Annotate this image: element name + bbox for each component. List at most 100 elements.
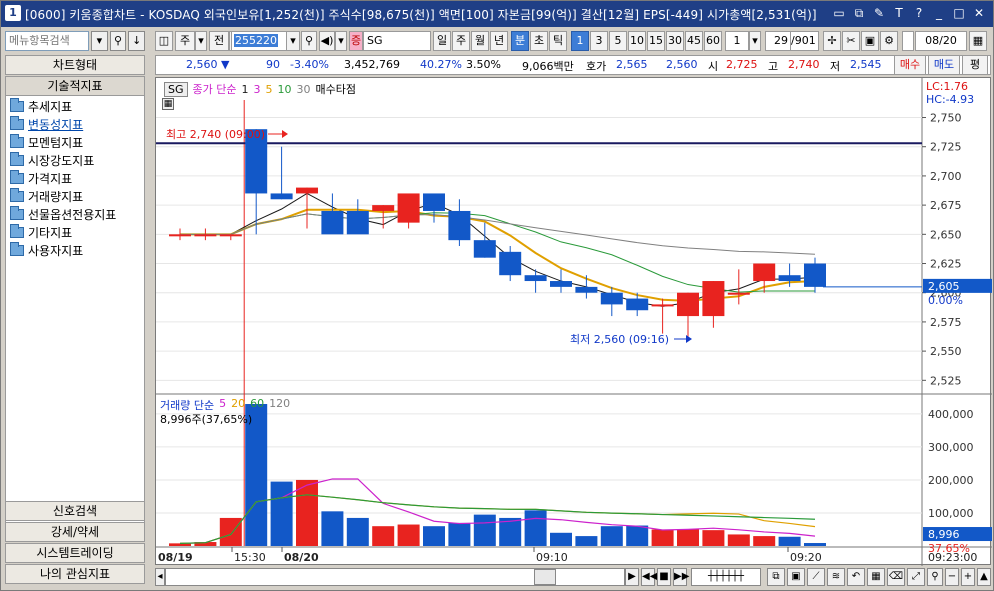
pin-icon[interactable]: ✎ [871,5,887,21]
minute-3[interactable]: 3 [590,31,608,51]
grid-icon[interactable]: ▦ [867,568,885,586]
volume-bar [575,536,598,546]
stock-name-field[interactable]: SG [363,31,431,51]
period-dropdown-icon[interactable]: ▾ [195,31,207,51]
stock-code-input[interactable]: 255220 [234,34,278,47]
layout-toggle-icon[interactable]: ◫ [155,31,173,51]
candle-body [651,304,674,307]
minute-5[interactable]: 5 [609,31,627,51]
stop-icon[interactable]: ■ [657,568,671,586]
tree-item-volatility[interactable]: 변동성지표 [10,116,83,133]
legend-ma-label: 종가 단순 [192,83,237,96]
price-tick-label: 2,750 [930,112,962,125]
minute-1[interactable]: 1 [571,31,589,51]
scissors-icon[interactable]: ✂ [842,31,860,51]
search-code-icon[interactable]: ⚲ [301,31,317,51]
warning-badge: 증 [349,31,363,51]
page-input[interactable]: 29 [765,31,791,51]
date-checkbox[interactable] [902,31,914,51]
font-icon[interactable]: T [891,5,907,21]
buy-button[interactable]: 매수 [894,55,926,75]
grid-toggle-icon[interactable]: ▦ [162,98,174,110]
minute-60[interactable]: 60 [704,31,722,51]
maximize-icon[interactable]: □ [951,5,967,21]
candle-body [296,187,318,194]
save-icon[interactable]: ▣ [861,31,879,51]
system-trading-button[interactable]: 시스템트레이딩 [5,543,145,563]
candle-body [524,275,547,282]
minute-30[interactable]: 30 [666,31,684,51]
minute-10[interactable]: 10 [628,31,646,51]
interval-second[interactable]: 초 [530,31,548,51]
scroll-thumb[interactable] [534,569,556,585]
tree-item-price[interactable]: 가격지표 [10,170,72,187]
signal-search-button[interactable]: 신호검색 [5,501,145,521]
calendar-icon[interactable]: ▦ [969,31,987,51]
interval-year[interactable]: 년 [490,31,508,51]
rewind-icon[interactable]: ◀◀ [641,568,657,586]
dropdown-icon[interactable]: ▾ [91,31,108,51]
sound-icon[interactable]: ◀) [319,31,335,51]
interval-tick[interactable]: 틱 [549,31,567,51]
prev-button[interactable]: 전 [209,31,229,51]
sell-button[interactable]: 매도 [928,55,960,75]
erase-icon[interactable]: ⌫ [887,568,905,586]
interval-day[interactable]: 일 [433,31,451,51]
chart-area[interactable]: 2,750 2,725 2,700 2,675 2,650 2,625 2,600 2,575… [155,77,992,566]
menu-search-input[interactable] [5,31,89,51]
count-input[interactable]: 1 [725,31,749,51]
tech-indicator-header[interactable]: 기술적지표 [5,76,145,96]
tree-item-etc[interactable]: 기타지표 [10,224,72,241]
minute-15[interactable]: 15 [647,31,665,51]
expand-icon[interactable]: ⤢ [907,568,925,586]
speed-slider[interactable]: ┼┼┼┼┼┼ [691,568,761,586]
price-volume-chart[interactable]: 2,7502,7252,7002,6752,6502,6252,6002,575… [156,78,992,566]
lc-value: LC:1.76 [926,80,969,93]
chart-type-button[interactable]: 차트형태 [5,55,145,75]
zoom-in-icon[interactable]: + [961,568,975,586]
tree-item-volume[interactable]: 거래량지표 [10,188,83,205]
overlay-icon[interactable]: ▣ [787,568,805,586]
period-button[interactable]: 주 [175,31,195,51]
split-view-icon[interactable]: ⧉ [767,568,785,586]
settings-icon[interactable]: ⚙ [880,31,898,51]
crosshair-icon[interactable]: ✢ [823,31,841,51]
fibonacci-icon[interactable]: ≋ [827,568,845,586]
volume-bar [296,479,318,546]
date-input[interactable]: 08/20 [915,31,967,51]
folder-icon [10,242,24,256]
jump-up-icon[interactable]: ▲ [977,568,991,586]
tree-item-momentum[interactable]: 모멘텀지표 [10,134,83,151]
play-icon[interactable]: ▶ [625,568,639,586]
interval-month[interactable]: 월 [471,31,489,51]
avg-price-button[interactable]: 평 [962,55,988,75]
copy-window-icon[interactable]: ⧉ [851,5,867,21]
count-dropdown-icon[interactable]: ▾ [749,31,761,51]
sound-dropdown-icon[interactable]: ▾ [335,31,347,51]
help-icon[interactable]: ? [911,5,927,21]
tree-item-user[interactable]: 사용자지표 [10,242,83,259]
interval-minute[interactable]: 분 [511,31,529,51]
draw-line-icon[interactable]: ⟋ [807,568,825,586]
scroll-left-icon[interactable]: ◂ [155,568,165,586]
close-icon[interactable]: ✕ [971,5,987,21]
zoom-search-icon[interactable]: ⚲ [927,568,943,586]
download-icon[interactable]: ↓ [128,31,146,51]
minute-45[interactable]: 45 [685,31,703,51]
volume-bar [219,517,242,546]
minimize-icon[interactable]: _ [931,5,947,21]
my-indicator-button[interactable]: 나의 관심지표 [5,564,145,584]
tree-item-market-strength[interactable]: 시장강도지표 [10,152,94,169]
strength-weakness-button[interactable]: 강세/약세 [5,522,145,542]
tree-item-futures-options[interactable]: 선물옵션전용지표 [10,206,116,223]
code-dropdown-icon[interactable]: ▾ [286,31,300,51]
zoom-out-icon[interactable]: − [945,568,959,586]
horizontal-scrollbar[interactable] [165,568,625,586]
undo-icon[interactable]: ↶ [847,568,865,586]
interval-week[interactable]: 주 [452,31,470,51]
tree-item-trend[interactable]: 추세지표 [10,98,72,115]
volume-bar [778,536,801,546]
search-icon[interactable]: ⚲ [109,31,127,51]
fast-forward-icon[interactable]: ▶▶ [673,568,689,586]
layout-icon[interactable]: ▭ [831,5,847,21]
